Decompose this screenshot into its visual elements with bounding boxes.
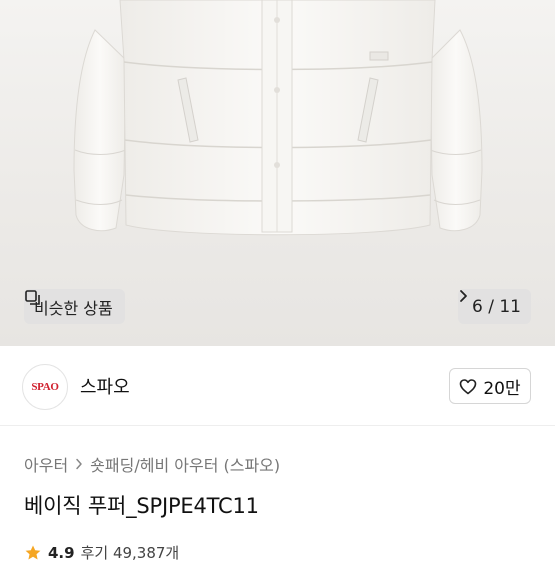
similar-products-label: 비슷한 상품: [34, 298, 113, 318]
shop-logo[interactable]: SPAO: [22, 364, 68, 410]
like-button[interactable]: 20만: [449, 368, 531, 404]
image-counter-text: 6 / 11: [472, 296, 521, 317]
rating-score: 4.9: [48, 543, 75, 562]
shop-logo-text: SPAO: [31, 381, 59, 393]
image-counter-button[interactable]: 6 / 11: [458, 289, 531, 324]
star-icon: [25, 545, 41, 559]
similar-items-icon: [25, 290, 40, 305]
breadcrumb-item-outer[interactable]: 아우터: [24, 452, 68, 476]
breadcrumb: 아우터 숏패딩/헤비 아우터 (스파오): [24, 452, 280, 476]
heart-icon: [460, 378, 477, 394]
shop-name[interactable]: 스파오: [80, 373, 130, 399]
product-image-gallery[interactable]: 비슷한 상품 6 / 11: [0, 0, 555, 346]
rating-summary[interactable]: 4.9 후기 49,387개: [24, 542, 179, 563]
like-count: 20만: [483, 378, 521, 399]
review-count: 후기 49,387개: [80, 544, 180, 562]
chevron-right-icon: [76, 458, 82, 470]
chevron-right-icon: [460, 290, 467, 302]
breadcrumb-item-category[interactable]: 숏패딩/헤비 아우터 (스파오): [90, 452, 280, 476]
product-title: 베이직 푸퍼_SPJPE4TC11: [24, 494, 259, 518]
similar-products-button[interactable]: 비슷한 상품: [24, 289, 125, 324]
shop-info-row: SPAO 스파오 20만: [0, 346, 555, 426]
